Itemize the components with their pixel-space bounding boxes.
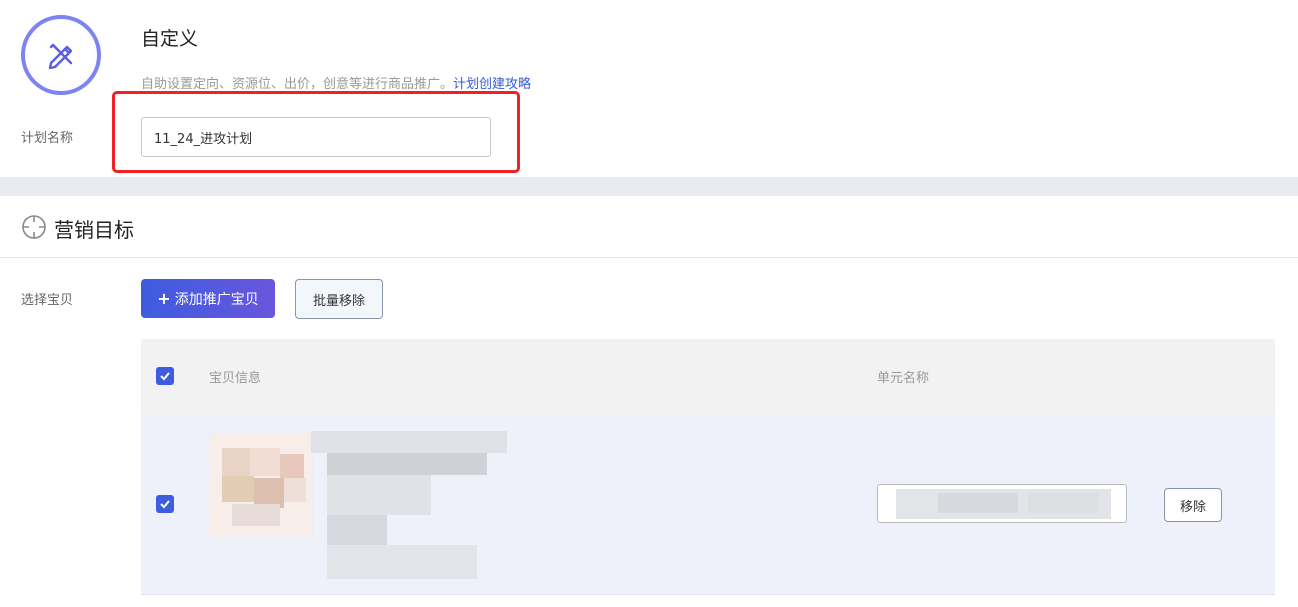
plan-name-input[interactable]	[141, 117, 491, 157]
row-divider	[141, 594, 1275, 595]
pencil-ruler-icon	[48, 43, 73, 70]
section-title: 营销目标	[54, 218, 134, 242]
page-title: 自定义	[141, 28, 199, 50]
page-description: 自助设置定向、资源位、出价，创意等进行商品推广。计划创建攻略	[141, 73, 531, 92]
table-header	[141, 339, 1275, 413]
column-unit-name: 单元名称	[877, 371, 930, 386]
plus-icon: +	[157, 289, 171, 308]
unit-name-input[interactable]	[877, 484, 1127, 523]
batch-remove-button[interactable]: 批量移除	[295, 279, 383, 319]
section-separator	[0, 177, 1298, 196]
target-icon	[20, 213, 48, 245]
check-icon	[160, 500, 170, 509]
select-item-label: 选择宝贝	[21, 293, 74, 308]
product-image[interactable]	[209, 433, 313, 537]
column-item-info: 宝贝信息	[209, 371, 262, 386]
add-button-label: 添加推广宝贝	[174, 291, 259, 308]
check-icon	[160, 372, 170, 381]
guide-link[interactable]: 计划创建攻略	[453, 77, 531, 92]
plan-name-label: 计划名称	[21, 131, 74, 146]
remove-button[interactable]: 移除	[1164, 488, 1222, 522]
select-all-checkbox[interactable]	[156, 367, 174, 385]
product-title[interactable]	[311, 431, 507, 579]
add-promo-item-button[interactable]: + 添加推广宝贝	[141, 279, 275, 318]
row-checkbox[interactable]	[156, 495, 174, 513]
custom-plan-logo	[21, 15, 101, 95]
divider	[0, 257, 1298, 258]
description-text: 自助设置定向、资源位、出价，创意等进行商品推广。	[141, 77, 454, 92]
